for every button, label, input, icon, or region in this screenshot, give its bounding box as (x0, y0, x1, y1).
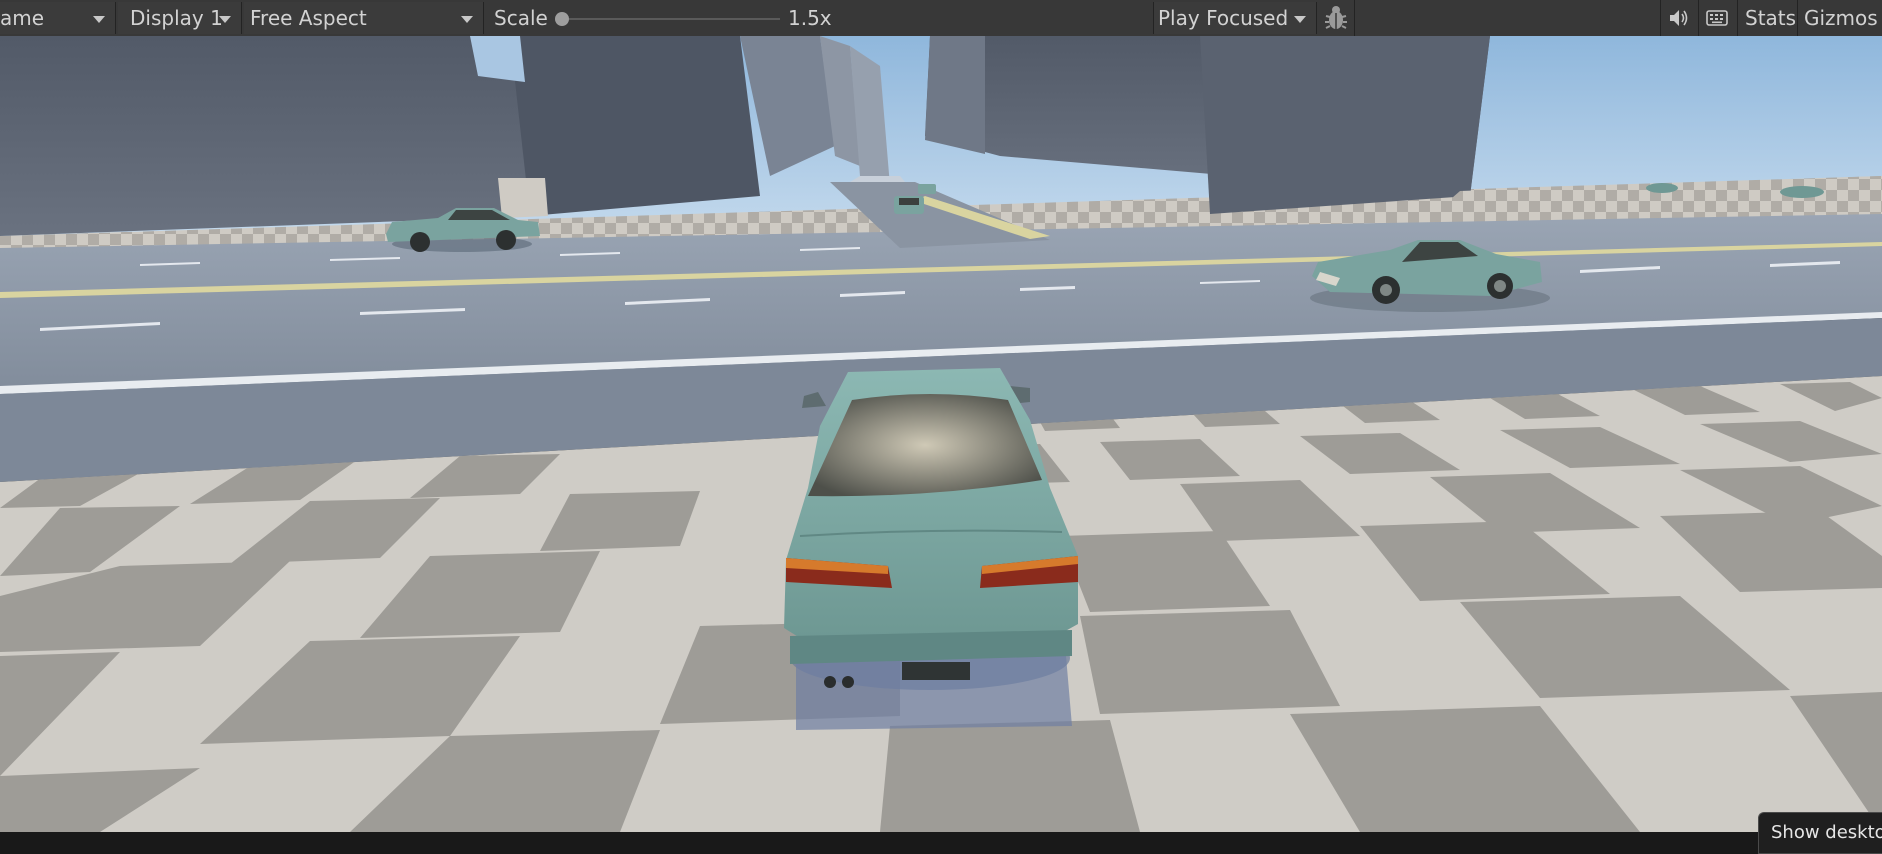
keyboard-icon[interactable] (1699, 2, 1735, 34)
distant-car-1 (894, 196, 924, 214)
game-scene (0, 36, 1882, 832)
scale-slider-handle[interactable] (555, 12, 569, 26)
scale-label: Scale (494, 6, 548, 30)
game-viewport[interactable] (0, 36, 1882, 832)
scale-slider-track[interactable] (560, 18, 780, 20)
game-view-toolbar: ame Display 1 Free Aspect Scale 1.5x Pla… (0, 0, 1882, 37)
gizmos-button[interactable]: Gizmos (1804, 2, 1878, 34)
play-mode-dropdown[interactable]: Play Focused (1153, 2, 1317, 34)
game-tab[interactable]: ame (0, 2, 116, 34)
bug-icon[interactable] (1318, 2, 1354, 34)
chevron-down-icon (461, 16, 473, 23)
aspect-label: Free Aspect (250, 6, 367, 30)
aspect-dropdown[interactable]: Free Aspect (244, 2, 484, 34)
game-tab-label: ame (0, 6, 45, 30)
stats-button[interactable]: Stats (1745, 2, 1796, 34)
chevron-down-icon (93, 16, 105, 23)
bottom-bar (0, 832, 1882, 854)
play-mode-label: Play Focused (1158, 6, 1289, 30)
display-dropdown[interactable]: Display 1 (118, 2, 242, 34)
chevron-down-icon (219, 16, 231, 23)
display-label: Display 1 (130, 6, 223, 30)
chevron-down-icon (1294, 16, 1306, 23)
speaker-icon[interactable] (1660, 2, 1696, 34)
tooltip-text: Show desktop (1771, 822, 1882, 843)
show-desktop-tooltip: Show desktop (1758, 812, 1882, 854)
scale-value: 1.5x (788, 6, 832, 30)
